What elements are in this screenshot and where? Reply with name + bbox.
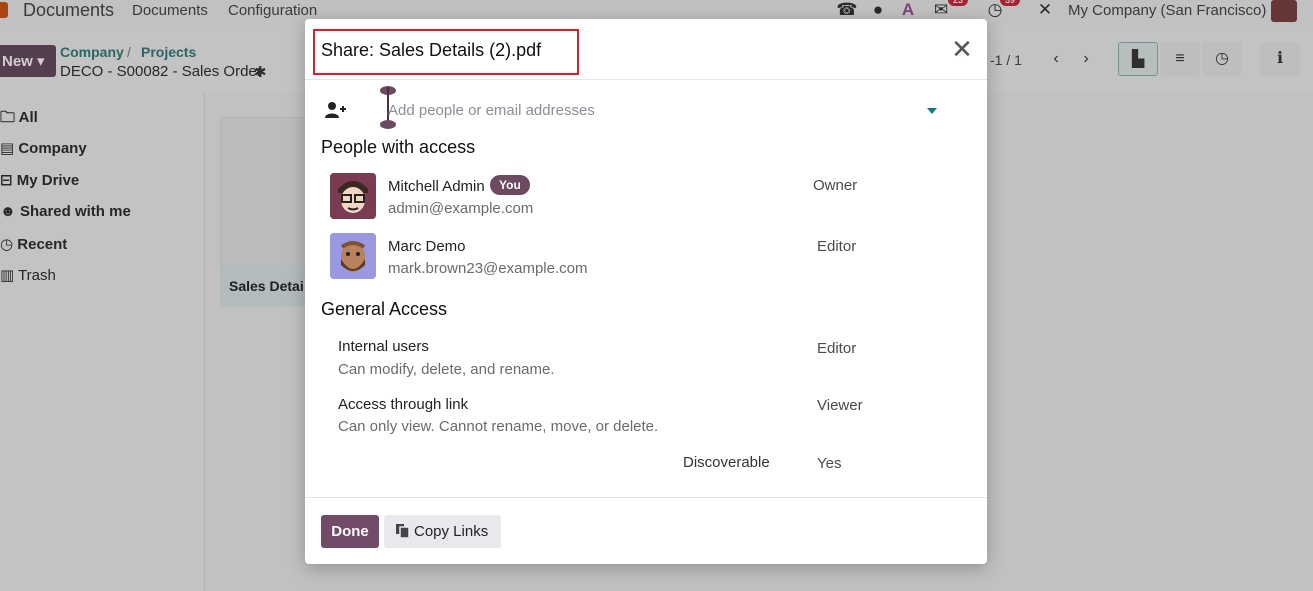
close-icon[interactable]: ✕ <box>950 36 974 62</box>
copy-links-label: Copy Links <box>414 523 489 540</box>
copy-icon <box>396 524 410 539</box>
general-access-title: General Access <box>321 299 448 319</box>
avatar <box>330 173 376 219</box>
internal-users-label: Internal users <box>338 338 429 355</box>
people-section-title: People with access <box>321 137 476 157</box>
person-email: admin@example.com <box>388 200 534 217</box>
you-badge: You <box>490 175 530 195</box>
role-owner: Owner <box>813 177 858 194</box>
role-select[interactable]: Editor <box>817 238 856 255</box>
share-dialog: Share: Sales Details (2).pdf ✕ People wi… <box>305 19 987 564</box>
discoverable-select[interactable]: Yes <box>817 455 841 472</box>
add-people-input[interactable] <box>388 99 948 121</box>
copy-links-button[interactable]: Copy Links <box>384 515 501 548</box>
dialog-title: Share: Sales Details (2).pdf <box>321 40 542 60</box>
link-access-select[interactable]: Viewer <box>817 397 863 414</box>
done-button[interactable]: Done <box>321 515 379 548</box>
discoverable-label: Discoverable <box>683 454 770 471</box>
text-cursor-bottom <box>380 120 396 129</box>
internal-users-select[interactable]: Editor <box>817 340 856 357</box>
add-person-icon <box>325 101 347 124</box>
internal-users-desc: Can modify, delete, and rename. <box>338 361 555 378</box>
avatar <box>330 233 376 279</box>
person-name: Marc Demo <box>388 238 466 255</box>
link-access-desc: Can only view. Cannot rename, move, or d… <box>338 418 659 435</box>
person-email: mark.brown23@example.com <box>388 260 588 277</box>
person-name: Mitchell Admin <box>388 178 485 195</box>
chevron-down-icon[interactable] <box>927 108 937 114</box>
link-access-label: Access through link <box>338 396 469 413</box>
